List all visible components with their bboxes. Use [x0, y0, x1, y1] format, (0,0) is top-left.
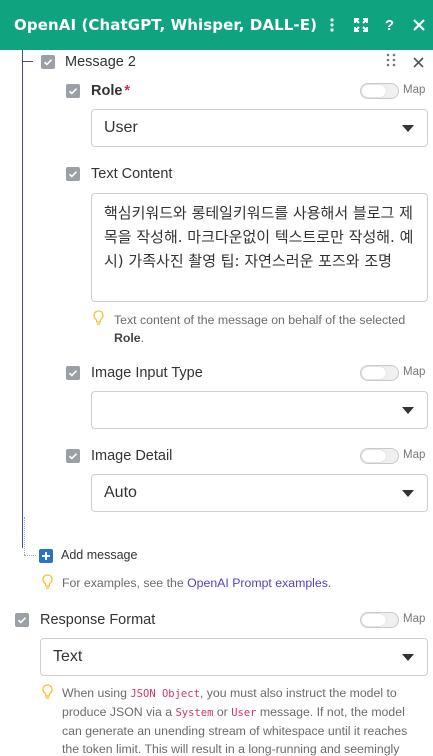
image-input-type-collapse-checkbox[interactable] [66, 366, 80, 380]
image-detail-map-toggle[interactable] [360, 448, 399, 464]
hint-text: Text content of the message on behalf of… [114, 313, 406, 327]
response-format-label: Response Format [40, 612, 156, 628]
hint-bold: Role [114, 331, 141, 345]
rf-hint-1: When using [62, 686, 131, 700]
text-content-hint: Text content of the message on behalf of… [114, 311, 428, 347]
image-detail-label: Image Detail [91, 448, 173, 464]
role-collapse-checkbox[interactable] [66, 84, 80, 98]
image-detail-map-label: Map [403, 449, 426, 461]
text-content-label: Text Content [91, 166, 173, 182]
remove-message-icon[interactable] [413, 55, 424, 71]
text-content-collapse-checkbox[interactable] [66, 167, 80, 181]
more-vertical-icon[interactable] [317, 0, 346, 50]
close-icon[interactable] [404, 0, 433, 50]
role-map-toggle[interactable] [360, 83, 399, 99]
role-map-label: Map [403, 84, 426, 96]
required-marker: * [124, 83, 131, 99]
rf-hint-code-user: User [231, 707, 257, 719]
module-title: OpenAI (ChatGPT, Whisper, DALL-E) [14, 16, 318, 34]
role-label-text: Role [91, 83, 123, 99]
rf-hint-code-json: JSON Object [130, 688, 200, 700]
chevron-down-icon [402, 407, 414, 414]
image-input-type-select[interactable] [91, 391, 428, 429]
hint-end: . [140, 331, 145, 345]
image-input-type-label: Image Input Type [91, 365, 203, 381]
response-format-map-toggle[interactable] [360, 612, 399, 628]
message-title: Message 2 [65, 54, 136, 70]
add-message-button[interactable]: Add message [61, 548, 137, 562]
module-header: OpenAI (ChatGPT, Whisper, DALL-E) ? [0, 0, 433, 50]
drag-handle-icon[interactable] [386, 53, 396, 70]
examples-hint: For examples, see the OpenAI Prompt exam… [62, 574, 422, 592]
response-format-hint: When using JSON Object, you must also in… [62, 684, 424, 756]
chevron-down-icon [402, 125, 414, 132]
openai-prompt-examples-link[interactable]: OpenAI Prompt examples [187, 576, 328, 590]
tree-line [22, 50, 23, 548]
help-icon[interactable]: ? [375, 0, 404, 50]
role-label: Role * [91, 83, 130, 99]
collapse-message-checkbox[interactable] [41, 55, 55, 69]
role-select[interactable]: User [91, 109, 428, 147]
tree-dotted-line [24, 517, 25, 555]
image-input-type-map-toggle[interactable] [360, 365, 399, 381]
response-format-map-label: Map [403, 613, 426, 625]
response-format-collapse-checkbox[interactable] [15, 613, 29, 627]
response-format-select[interactable]: Text [40, 638, 428, 676]
lightbulb-icon [42, 684, 53, 699]
response-format-value: Text [53, 648, 83, 665]
role-select-value: User [104, 119, 138, 136]
examples-hint-text: For examples, see the [62, 576, 188, 590]
expand-icon[interactable] [346, 0, 375, 50]
chevron-down-icon [402, 490, 414, 497]
lightbulb-icon [42, 574, 53, 589]
image-input-type-map-label: Map [403, 366, 426, 378]
rf-hint-code-system: System [175, 707, 214, 719]
image-detail-select[interactable]: Auto [91, 474, 428, 512]
chevron-down-icon [402, 654, 414, 661]
image-detail-collapse-checkbox[interactable] [66, 449, 80, 463]
examples-hint-end: . [327, 576, 332, 590]
image-detail-value: Auto [104, 484, 137, 501]
rf-hint-3: or [213, 705, 232, 719]
lightbulb-icon [93, 310, 104, 325]
tree-dotted-branch [24, 555, 36, 556]
tree-line-branch [22, 61, 33, 62]
text-content-textarea[interactable]: 핵심키워드와 롱테일키워드를 사용해서 블로그 제목을 작성해. 마크다운없이 … [91, 193, 428, 302]
add-message-plus-icon[interactable] [39, 549, 53, 563]
